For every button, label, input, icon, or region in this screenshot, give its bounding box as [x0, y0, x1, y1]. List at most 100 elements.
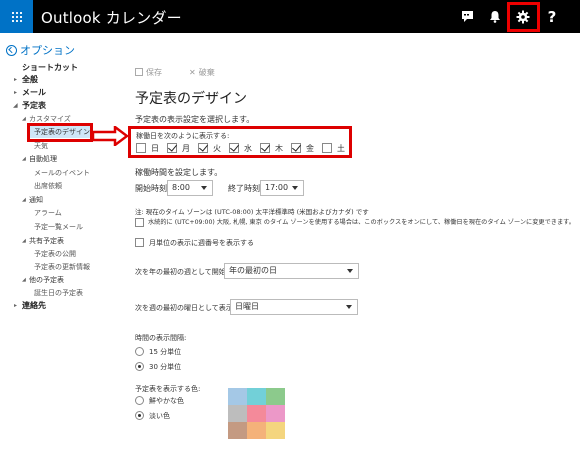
day-label: 土 [337, 144, 345, 153]
discard-label: 破棄 [198, 68, 215, 77]
color-light-radio[interactable] [135, 411, 144, 420]
nav-publish-calendar[interactable]: 予定表の公開 [34, 249, 76, 259]
expand-arrow-icon[interactable]: ▸ [14, 301, 17, 311]
collapse-arrow-icon[interactable]: ◢ [22, 114, 26, 124]
color-swatch [247, 405, 266, 422]
day-checkbox[interactable] [136, 143, 146, 153]
end-time-label: 終了時刻 [228, 184, 260, 193]
nav-highlight-box [27, 123, 93, 142]
day-checkbox[interactable] [229, 143, 239, 153]
collapse-arrow-icon[interactable]: ◢ [22, 236, 26, 246]
back-arrow-icon [6, 44, 17, 56]
chevron-down-icon [292, 186, 298, 190]
day-checkbox[interactable] [167, 143, 177, 153]
end-time-select[interactable]: 17:00 [260, 180, 304, 196]
time-scale-30-label: 30 分単位 [149, 363, 182, 371]
week-numbers-label: 月単位の表示に週番号を表示する [149, 239, 254, 247]
color-swatch [266, 388, 285, 405]
day-label: 火 [213, 144, 221, 153]
day-checkbox[interactable] [260, 143, 270, 153]
page-title: 予定表のデザイン [135, 91, 247, 107]
annotation-arrow-icon [93, 126, 129, 146]
top-bar: Outlook カレンダー ? [0, 0, 580, 33]
nav-weather[interactable]: 天気 [34, 141, 48, 151]
first-week-select[interactable]: 年の最初の日 [224, 263, 359, 279]
day-label: 水 [244, 144, 252, 153]
bell-icon[interactable] [480, 0, 510, 33]
nav-other-calendars[interactable]: 他の予定表 [29, 275, 64, 285]
time-scale-label: 時間の表示間隔: [135, 334, 187, 342]
show-days-label: 稼働日を次のように表示する: [136, 132, 230, 140]
color-bright-radio[interactable] [135, 396, 144, 405]
nav-invitations[interactable]: 出席依頼 [34, 181, 62, 191]
app-title: Outlook カレンダー [41, 9, 182, 27]
first-week-label: 次を年の最初の週として開始: [135, 268, 229, 276]
nav-auto-processing[interactable]: 自動処理 [29, 154, 57, 164]
start-time-label: 開始時刻 [135, 184, 167, 193]
day-label: 金 [306, 144, 314, 153]
collapse-arrow-icon[interactable]: ◢ [13, 101, 18, 111]
expand-arrow-icon[interactable]: ▸ [14, 75, 17, 85]
nav-mail[interactable]: メール [22, 88, 46, 98]
back-label: オプション [20, 44, 75, 57]
chevron-down-icon [346, 305, 352, 309]
save-icon [135, 68, 143, 76]
discard-button[interactable]: ✕ 破棄 [189, 68, 215, 78]
collapse-arrow-icon[interactable]: ◢ [22, 195, 26, 205]
nav-contacts[interactable]: 連絡先 [22, 301, 46, 311]
first-week-value: 年の最初の日 [229, 266, 277, 275]
close-icon: ✕ [189, 68, 196, 77]
time-scale-15-label: 15 分単位 [149, 348, 182, 356]
nav-notifications[interactable]: 通知 [29, 195, 43, 205]
first-day-select[interactable]: 日曜日 [230, 299, 358, 315]
nav-agenda-mail[interactable]: 予定一覧メール [34, 222, 83, 232]
back-link[interactable]: オプション [6, 42, 75, 58]
timezone-checkbox[interactable] [135, 218, 144, 227]
color-swatch [228, 388, 247, 405]
timezone-note: 注: 現在のタイム ゾーンは (UTC-08:00) 太平洋標準時 (米国および… [135, 208, 369, 216]
day-label: 日 [151, 144, 159, 153]
day-checkbox[interactable] [291, 143, 301, 153]
day-label: 木 [275, 144, 283, 153]
time-scale-30-radio[interactable] [135, 362, 144, 371]
color-light-label: 淡い色 [149, 412, 170, 420]
nav-calendar-updates[interactable]: 予定表の更新情報 [34, 262, 90, 272]
save-label: 保存 [146, 68, 162, 77]
hours-label: 稼働時間を設定します。 [135, 168, 223, 177]
start-time-select[interactable]: 8:00 [167, 180, 213, 196]
nav-birthday-calendar[interactable]: 誕生日の予定表 [34, 288, 83, 298]
chevron-down-icon [347, 269, 353, 273]
color-swatch [266, 405, 285, 422]
nav-general[interactable]: 全般 [22, 75, 38, 85]
settings-highlight [507, 2, 540, 32]
nav-alarms[interactable]: アラーム [34, 208, 62, 218]
collapse-arrow-icon[interactable]: ◢ [22, 154, 26, 164]
help-icon[interactable]: ? [537, 0, 567, 33]
week-numbers-checkbox[interactable] [135, 238, 144, 247]
day-label: 月 [182, 144, 190, 153]
color-bright-label: 鮮やかな色 [149, 397, 184, 405]
color-label: 予定表を表示する色: [135, 385, 201, 393]
first-day-value: 日曜日 [235, 302, 259, 311]
day-checkbox[interactable] [322, 143, 332, 153]
end-time-value: 17:00 [265, 183, 289, 192]
color-swatch [228, 422, 247, 439]
nav-mail-events[interactable]: メールのイベント [34, 168, 90, 178]
color-swatch [266, 422, 285, 439]
app-launcher-icon[interactable] [0, 0, 33, 33]
nav-shortcuts[interactable]: ショートカット [22, 63, 78, 73]
save-button[interactable]: 保存 [135, 68, 162, 78]
start-time-value: 8:00 [172, 183, 190, 192]
chevron-down-icon [201, 186, 207, 190]
nav-shared-calendars[interactable]: 共有予定表 [29, 236, 64, 246]
color-swatch [247, 388, 266, 405]
collapse-arrow-icon[interactable]: ◢ [22, 275, 26, 285]
time-scale-15-radio[interactable] [135, 347, 144, 356]
day-checkbox[interactable] [198, 143, 208, 153]
expand-arrow-icon[interactable]: ▸ [14, 88, 17, 98]
intro-text: 予定表の表示設定を選択します。 [135, 115, 255, 124]
color-swatch [228, 405, 247, 422]
chat-icon[interactable] [452, 0, 482, 33]
timezone-checkbox-label: 水続的に (UTC+09:00) 大阪, 札幌, 東京 のタイム ゾーンを使用す… [148, 219, 575, 226]
nav-calendar[interactable]: 予定表 [22, 101, 46, 111]
